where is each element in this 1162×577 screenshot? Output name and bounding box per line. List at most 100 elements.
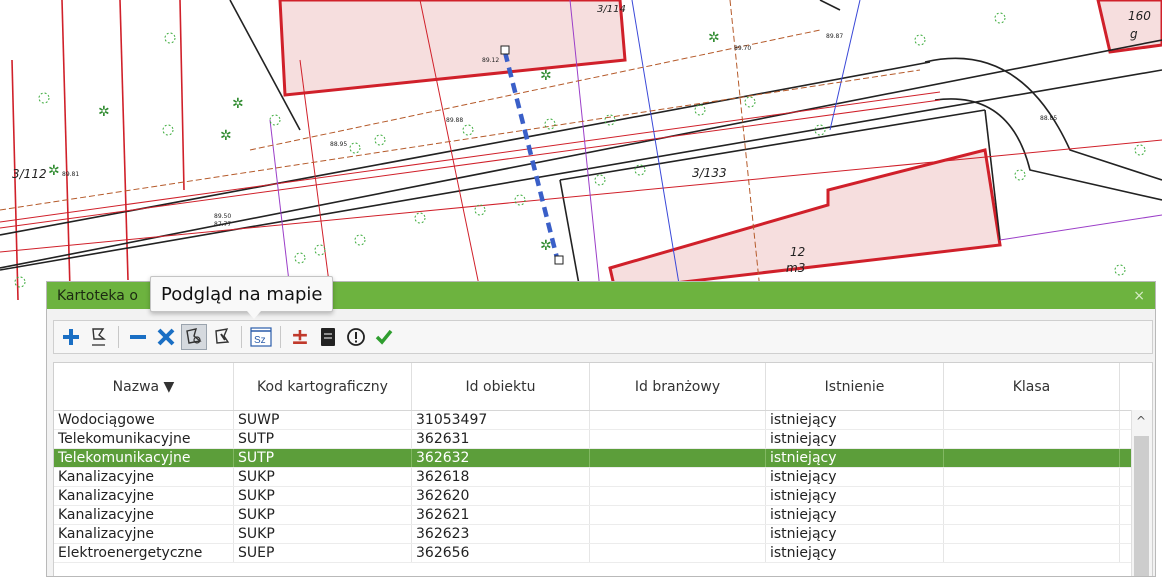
map-select-icon [215, 328, 230, 344]
map-height-5: 89.81 [62, 171, 79, 178]
table-row[interactable]: Telekomunikacyjne SUTP 362632 istniejący [54, 449, 1152, 468]
cell-klasa [944, 468, 1120, 486]
map-label-g: g [1130, 27, 1138, 41]
cell-id-branzowy [590, 506, 766, 524]
document-button[interactable] [315, 324, 341, 350]
map-label-parcel-133: 3/133 [692, 166, 727, 180]
add-icon [63, 329, 79, 345]
delete-button[interactable] [153, 324, 179, 350]
map-preview-button[interactable] [181, 324, 207, 350]
map-label-parcel-114: 3/114 [597, 4, 626, 15]
toolbar-separator [241, 326, 242, 348]
column-header-nazwa[interactable]: Nazwa ▼ [54, 363, 234, 410]
sz-button[interactable]: Sz [248, 324, 274, 350]
svg-text:✲: ✲ [220, 128, 232, 144]
toolbar: Sz ± [53, 320, 1153, 354]
scrollbar-thumb[interactable] [1134, 436, 1149, 576]
cell-nazwa: Kanalizacyjne [54, 506, 234, 524]
warning-button[interactable] [343, 324, 369, 350]
svg-text:✲: ✲ [98, 104, 110, 120]
table-row[interactable]: Wodociągowe SUWP 31053497 istniejący [54, 411, 1152, 430]
map-height-4: 88.95 [330, 141, 347, 148]
cell-nazwa: Elektroenergetyczne [54, 544, 234, 562]
remove-icon [130, 335, 146, 339]
cell-id-obiektu: 362620 [412, 487, 590, 505]
column-header-id-branzowy[interactable]: Id branżowy [590, 363, 766, 410]
kartoteka-panel: Kartoteka o × Sz ± Nazwa ▼ Kod kartograf… [46, 281, 1156, 577]
column-header-klasa[interactable]: Klasa [944, 363, 1120, 410]
cell-nazwa: Telekomunikacyjne [54, 449, 234, 467]
map-label-parcel-112: 3/112 [12, 167, 47, 181]
cell-istnienie: istniejący [766, 468, 944, 486]
cell-klasa [944, 506, 1120, 524]
map-height-6: 89.50 [214, 213, 231, 220]
svg-text:Sz: Sz [254, 335, 266, 346]
table-row[interactable]: Kanalizacyjne SUKP 362618 istniejący [54, 468, 1152, 487]
cell-id-branzowy [590, 487, 766, 505]
cell-id-branzowy [590, 411, 766, 429]
remove-button[interactable] [125, 324, 151, 350]
cell-nazwa: Telekomunikacyjne [54, 430, 234, 448]
cell-istnienie: istniejący [766, 544, 944, 562]
close-icon[interactable]: × [1133, 288, 1145, 304]
cell-klasa [944, 430, 1120, 448]
panel-title: Kartoteka o [57, 287, 138, 304]
cell-id-branzowy [590, 430, 766, 448]
table-row[interactable]: Kanalizacyjne SUKP 362621 istniejący [54, 506, 1152, 525]
chevron-up-icon[interactable]: ^ [1136, 414, 1146, 428]
cell-kod: SUKP [234, 506, 412, 524]
cell-kod: SUKP [234, 487, 412, 505]
map-label-building-type: m3 [786, 261, 805, 275]
document-icon [321, 328, 335, 346]
svg-text:✲: ✲ [540, 68, 552, 84]
table-row[interactable]: Kanalizacyjne SUKP 362620 istniejący [54, 487, 1152, 506]
plus-minus-button[interactable]: ± [287, 324, 313, 350]
results-table: Nazwa ▼ Kod kartograficzny Id obiektu Id… [53, 362, 1153, 576]
cell-kod: SUKP [234, 468, 412, 486]
cell-kod: SUKP [234, 525, 412, 543]
map-height-1: 89.87 [826, 33, 843, 40]
table-row[interactable]: Kanalizacyjne SUKP 362623 istniejący [54, 525, 1152, 544]
cell-nazwa: Kanalizacyjne [54, 487, 234, 505]
map-height-2: 89.70 [734, 45, 751, 52]
cell-nazwa: Kanalizacyjne [54, 468, 234, 486]
column-header-id-obiektu[interactable]: Id obiektu [412, 363, 590, 410]
cell-klasa [944, 411, 1120, 429]
cell-id-obiektu: 31053497 [412, 411, 590, 429]
cell-id-obiektu: 362632 [412, 449, 590, 467]
cell-klasa [944, 487, 1120, 505]
add-button[interactable] [58, 324, 84, 350]
cell-id-branzowy [590, 544, 766, 562]
column-header-istnienie[interactable]: Istnienie [766, 363, 944, 410]
map-height-8: 89.12 [482, 57, 499, 64]
cell-istnienie: istniejący [766, 449, 944, 467]
table-header: Nazwa ▼ Kod kartograficzny Id obiektu Id… [54, 363, 1152, 411]
table-body: Wodociągowe SUWP 31053497 istniejący Telekom… [54, 411, 1152, 563]
confirm-button[interactable] [371, 324, 397, 350]
svg-text:✲: ✲ [48, 163, 60, 179]
cell-nazwa: Kanalizacyjne [54, 525, 234, 543]
cell-klasa [944, 449, 1120, 467]
map-label-building-number: 12 [790, 245, 805, 259]
edit-geometry-button[interactable] [86, 324, 112, 350]
warning-icon [347, 328, 365, 346]
cell-id-branzowy [590, 525, 766, 543]
cell-id-branzowy [590, 468, 766, 486]
vertical-scrollbar[interactable]: ^ [1131, 410, 1152, 576]
toolbar-separator [118, 326, 119, 348]
cell-klasa [944, 544, 1120, 562]
svg-text:✲: ✲ [708, 30, 720, 46]
cell-kod: SUTP [234, 449, 412, 467]
table-row[interactable]: Elektroenergetyczne SUEP 362656 istniejący [54, 544, 1152, 563]
map-select-button[interactable] [209, 324, 235, 350]
column-header-kod[interactable]: Kod kartograficzny [234, 363, 412, 410]
cell-istnienie: istniejący [766, 487, 944, 505]
plus-minus-icon: ± [290, 324, 310, 350]
cell-istnienie: istniejący [766, 525, 944, 543]
tooltip-map-preview: Podgląd na mapie [150, 276, 334, 319]
cell-kod: SUWP [234, 411, 412, 429]
cell-id-obiektu: 362623 [412, 525, 590, 543]
table-row[interactable]: Telekomunikacyjne SUTP 362631 istniejący [54, 430, 1152, 449]
cell-id-obiektu: 362618 [412, 468, 590, 486]
toolbar-separator [280, 326, 281, 348]
